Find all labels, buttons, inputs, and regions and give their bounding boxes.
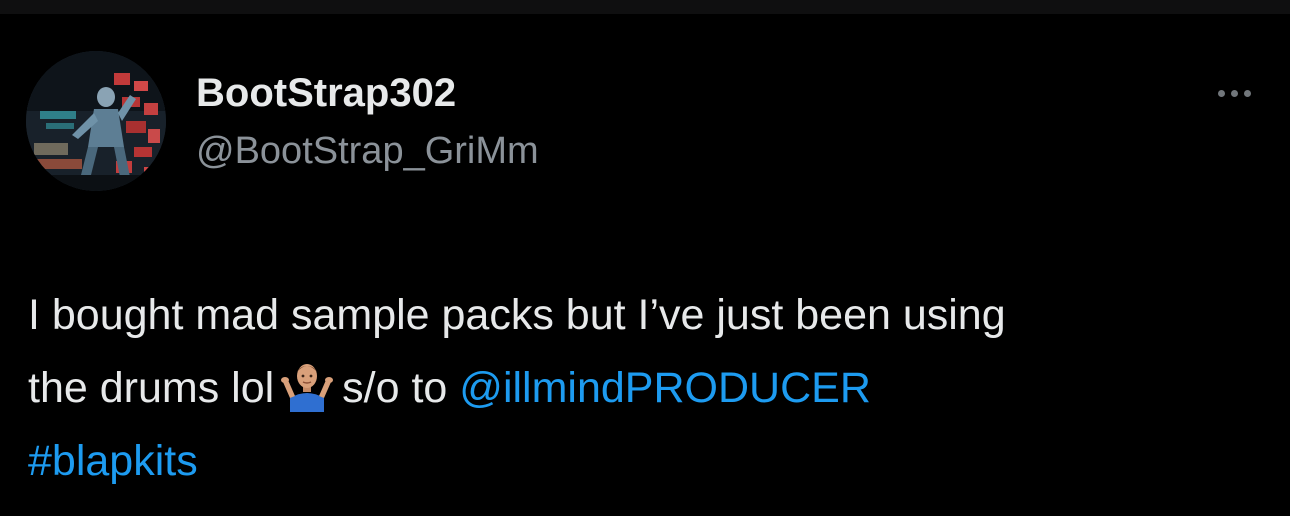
tweet-text-segment: s/o to <box>342 364 448 412</box>
more-horizontal-icon <box>1230 89 1238 97</box>
tweet-text: I bought mad sample packs but I’ve just … <box>28 279 1278 498</box>
top-strip <box>0 0 1290 14</box>
tweet-text-line: #blapkits <box>28 425 1278 498</box>
more-options-button[interactable] <box>1206 80 1262 106</box>
hashtag-link[interactable]: #blapkits <box>28 437 198 485</box>
avatar[interactable] <box>26 51 166 191</box>
person-shrugging-emoji <box>280 358 334 412</box>
mention-link[interactable]: @illmindPRODUCER <box>459 364 871 412</box>
user-handle[interactable]: @BootStrap_GriMm <box>196 129 539 173</box>
tweet-text-line: the drums lol s/o to @illmindPRODUCER <box>28 352 1278 425</box>
tweet-text-line: I bought mad sample packs but I’ve just … <box>28 291 1006 339</box>
more-horizontal-icon <box>1243 89 1251 97</box>
more-horizontal-icon <box>1217 89 1225 97</box>
tweet-card: BootStrap302 @BootStrap_GriMm I bought m… <box>0 14 1290 516</box>
display-name[interactable]: BootStrap302 <box>196 70 456 116</box>
tweet-text-segment: the drums lol <box>28 364 275 412</box>
